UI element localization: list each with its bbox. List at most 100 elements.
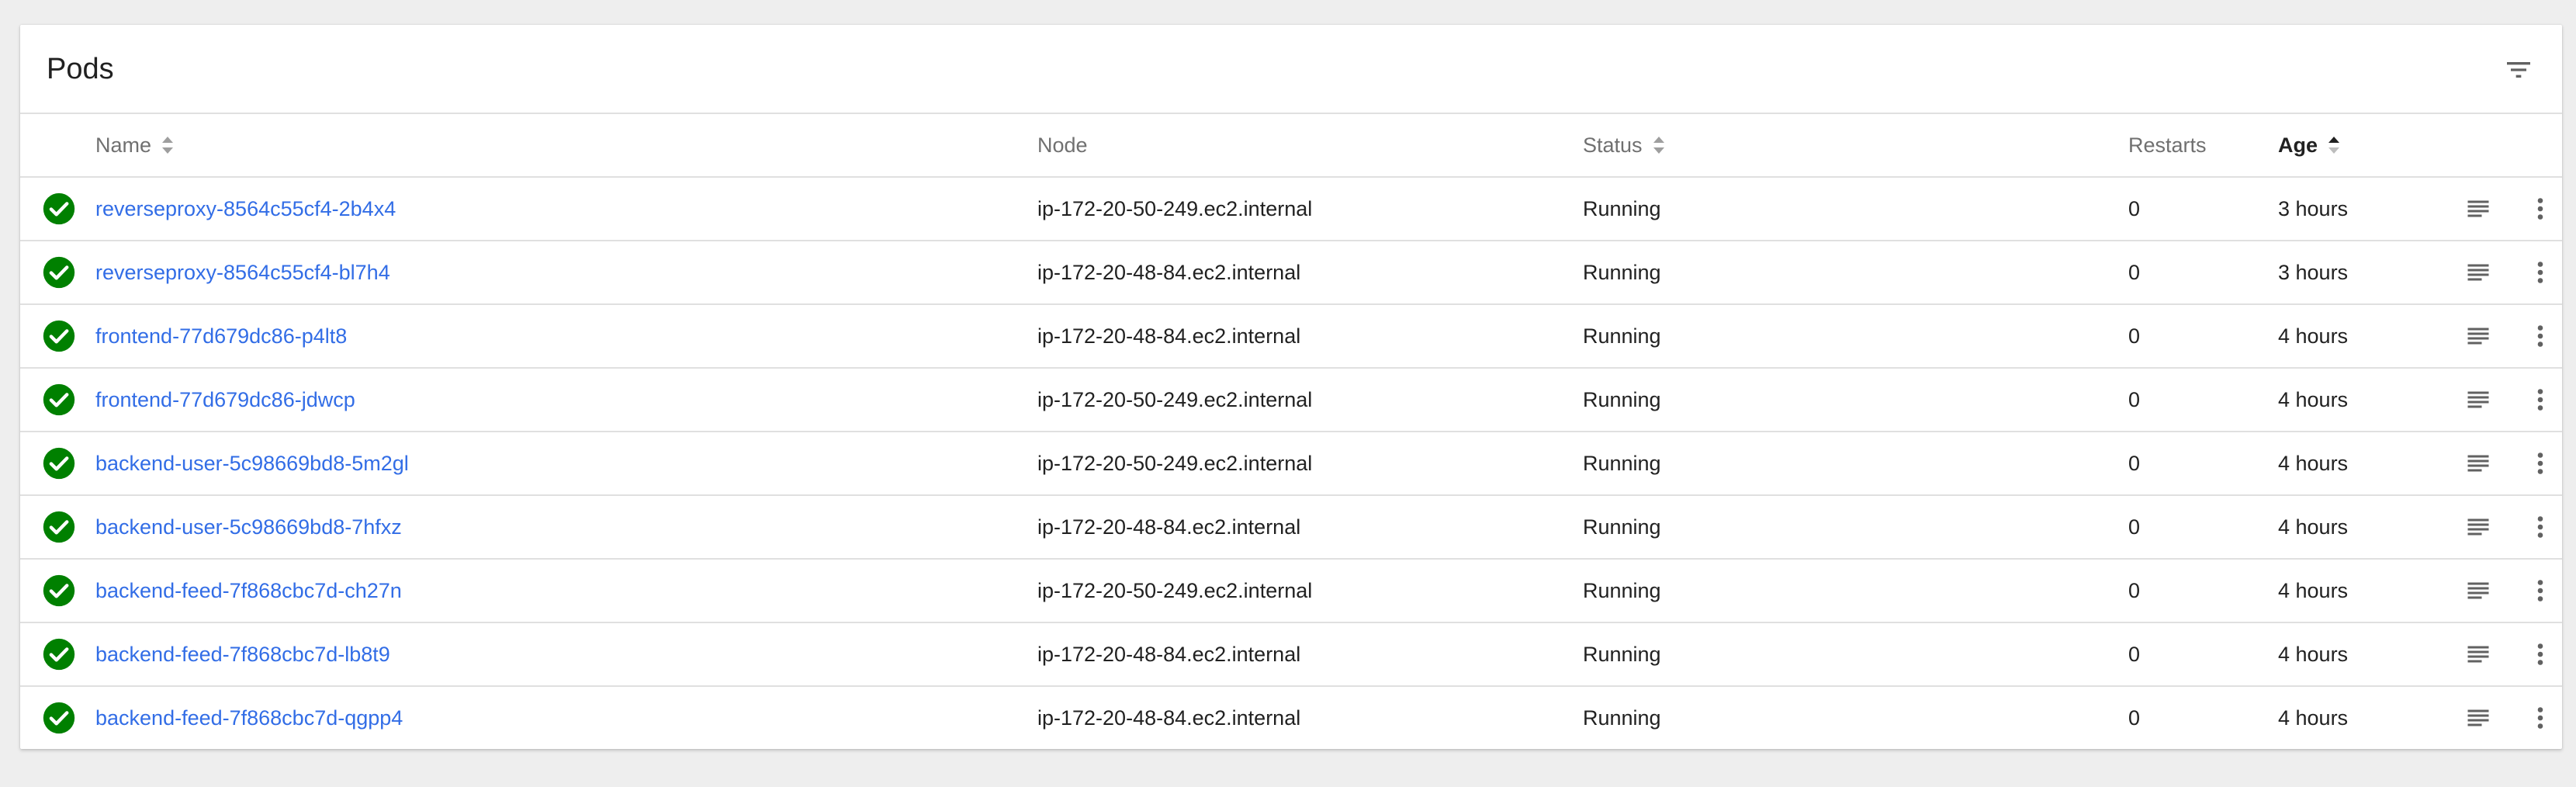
view-logs-button[interactable]: [2458, 507, 2498, 547]
pod-node: ip-172-20-48-84.ec2.internal: [1037, 642, 1301, 666]
table-header-row: Name Node Status Restarts Age: [20, 114, 2562, 178]
pods-card: Pods Name Node Status Restarts Age rever…: [20, 25, 2562, 749]
more-vert-icon: [2537, 452, 2543, 474]
pod-status: Running: [1583, 387, 1661, 411]
pod-restarts: 0: [2128, 706, 2141, 730]
pod-age: 3 hours: [2278, 260, 2349, 284]
view-logs-button[interactable]: [2458, 316, 2498, 356]
check-circle-icon: [43, 511, 75, 543]
pod-name-link[interactable]: backend-feed-7f868cbc7d-qgpp4: [95, 706, 403, 730]
pod-name-link[interactable]: backend-feed-7f868cbc7d-lb8t9: [95, 643, 390, 667]
pod-name-link[interactable]: backend-user-5c98669bd8-5m2gl: [95, 452, 409, 476]
view-logs-button[interactable]: [2458, 634, 2498, 674]
check-circle-icon: [43, 447, 75, 480]
more-vert-icon: [2537, 198, 2543, 220]
logs-icon: [2467, 328, 2489, 345]
table-row: backend-user-5c98669bd8-7hfxz ip-172-20-…: [20, 496, 2562, 560]
pod-name-cell: frontend-77d679dc86-jdwcp: [95, 369, 355, 431]
more-vert-icon: [2537, 389, 2543, 411]
pod-node: ip-172-20-48-84.ec2.internal: [1037, 706, 1301, 730]
card-title: Pods: [47, 53, 114, 85]
table-row: backend-feed-7f868cbc7d-ch27n ip-172-20-…: [20, 560, 2562, 623]
table-row: backend-feed-7f868cbc7d-lb8t9 ip-172-20-…: [20, 623, 2562, 687]
pod-node: ip-172-20-50-249.ec2.internal: [1037, 387, 1313, 411]
view-logs-button[interactable]: [2458, 570, 2498, 611]
column-header-restarts-label: Restarts: [2128, 133, 2207, 157]
pod-restarts: 0: [2128, 387, 2141, 411]
table-row: backend-feed-7f868cbc7d-qgpp4 ip-172-20-…: [20, 687, 2562, 749]
more-actions-button[interactable]: [2520, 252, 2560, 293]
pod-status: Running: [1583, 324, 1661, 348]
view-logs-button[interactable]: [2458, 252, 2498, 293]
logs-icon: [2467, 646, 2489, 663]
pod-name-cell: backend-user-5c98669bd8-7hfxz: [95, 496, 402, 558]
pod-age: 4 hours: [2278, 706, 2349, 730]
more-vert-icon: [2537, 516, 2543, 538]
more-actions-button[interactable]: [2520, 570, 2560, 611]
pod-age: 4 hours: [2278, 387, 2349, 411]
column-header-name[interactable]: Name: [95, 114, 176, 176]
more-actions-button[interactable]: [2520, 507, 2560, 547]
pods-table-body: reverseproxy-8564c55cf4-2b4x4 ip-172-20-…: [20, 178, 2562, 749]
pod-name-cell: reverseproxy-8564c55cf4-2b4x4: [95, 178, 396, 240]
more-actions-button[interactable]: [2520, 316, 2560, 356]
view-logs-button[interactable]: [2458, 698, 2498, 738]
pod-status: Running: [1583, 578, 1661, 602]
column-header-name-label: Name: [95, 133, 152, 157]
pod-restarts: 0: [2128, 515, 2141, 539]
pod-name-link[interactable]: backend-feed-7f868cbc7d-ch27n: [95, 579, 402, 603]
pod-name-link[interactable]: reverseproxy-8564c55cf4-bl7h4: [95, 261, 390, 285]
logs-icon: [2467, 709, 2489, 726]
column-header-node-label: Node: [1037, 133, 1088, 157]
pod-age: 4 hours: [2278, 451, 2349, 475]
table-row: frontend-77d679dc86-jdwcp ip-172-20-50-2…: [20, 369, 2562, 432]
table-row: reverseproxy-8564c55cf4-bl7h4 ip-172-20-…: [20, 241, 2562, 305]
more-vert-icon: [2537, 707, 2543, 729]
more-actions-button[interactable]: [2520, 189, 2560, 229]
pod-name-cell: backend-feed-7f868cbc7d-ch27n: [95, 560, 402, 622]
pod-status: Running: [1583, 642, 1661, 666]
pod-name-cell: frontend-77d679dc86-p4lt8: [95, 305, 347, 367]
pod-age: 4 hours: [2278, 515, 2349, 539]
pod-status: Running: [1583, 260, 1661, 284]
logs-icon: [2467, 518, 2489, 536]
logs-icon: [2467, 391, 2489, 408]
column-header-status[interactable]: Status: [1583, 114, 1667, 176]
pod-node: ip-172-20-50-249.ec2.internal: [1037, 196, 1313, 220]
pod-name-cell: backend-feed-7f868cbc7d-qgpp4: [95, 687, 403, 749]
column-header-node: Node: [1037, 114, 1088, 176]
view-logs-button[interactable]: [2458, 443, 2498, 484]
more-actions-button[interactable]: [2520, 443, 2560, 484]
pod-restarts: 0: [2128, 260, 2141, 284]
more-vert-icon: [2537, 325, 2543, 347]
pod-name-link[interactable]: backend-user-5c98669bd8-7hfxz: [95, 515, 402, 539]
view-logs-button[interactable]: [2458, 380, 2498, 420]
pod-restarts: 0: [2128, 642, 2141, 666]
pod-status: Running: [1583, 706, 1661, 730]
pod-name-cell: backend-feed-7f868cbc7d-lb8t9: [95, 623, 390, 685]
view-logs-button[interactable]: [2458, 189, 2498, 229]
pod-name-link[interactable]: frontend-77d679dc86-jdwcp: [95, 388, 355, 412]
pod-name-link[interactable]: frontend-77d679dc86-p4lt8: [95, 324, 347, 348]
filter-button[interactable]: [2497, 48, 2540, 92]
pod-name-cell: backend-user-5c98669bd8-5m2gl: [95, 432, 409, 494]
column-header-age[interactable]: Age: [2278, 114, 2342, 176]
check-circle-icon: [43, 638, 75, 671]
pod-node: ip-172-20-48-84.ec2.internal: [1037, 324, 1301, 348]
logs-icon: [2467, 455, 2489, 472]
more-actions-button[interactable]: [2520, 698, 2560, 738]
pod-age: 4 hours: [2278, 578, 2349, 602]
pod-name-link[interactable]: reverseproxy-8564c55cf4-2b4x4: [95, 197, 396, 221]
more-vert-icon: [2537, 580, 2543, 602]
pod-node: ip-172-20-50-249.ec2.internal: [1037, 578, 1313, 602]
check-circle-icon: [43, 383, 75, 416]
logs-icon: [2467, 582, 2489, 599]
pod-status: Running: [1583, 451, 1661, 475]
logs-icon: [2467, 200, 2489, 217]
more-actions-button[interactable]: [2520, 634, 2560, 674]
pod-age: 4 hours: [2278, 642, 2349, 666]
pod-restarts: 0: [2128, 578, 2141, 602]
sort-both-icon: [1653, 137, 1664, 154]
pod-node: ip-172-20-50-249.ec2.internal: [1037, 451, 1313, 475]
more-actions-button[interactable]: [2520, 380, 2560, 420]
